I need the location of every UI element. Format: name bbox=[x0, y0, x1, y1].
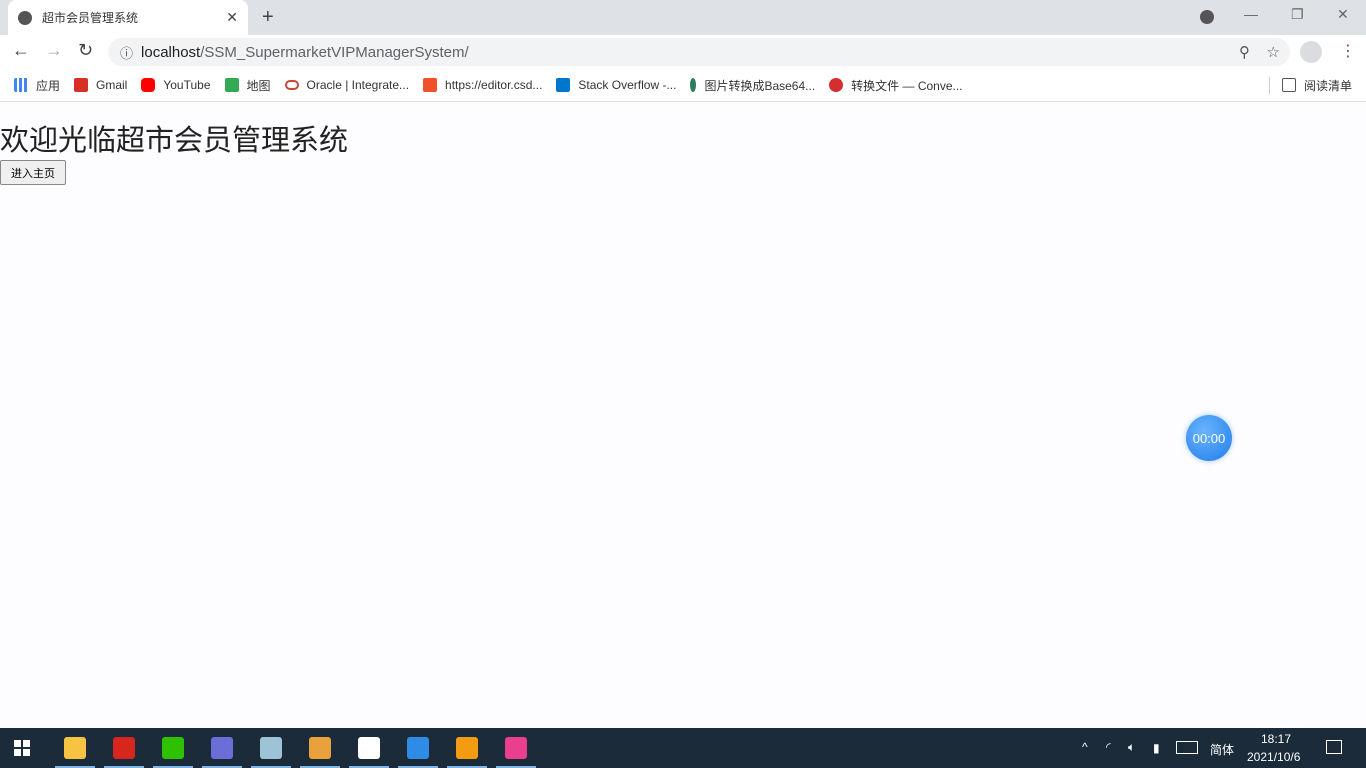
url-path: /SSM_SupermarketVIPManagerSystem/ bbox=[200, 43, 469, 61]
intellij-idea-icon bbox=[505, 737, 527, 759]
bookmark-youtube[interactable]: YouTube bbox=[141, 78, 211, 92]
stackoverflow-icon bbox=[556, 78, 571, 92]
reload-button[interactable]: ↻ bbox=[78, 40, 93, 61]
clock-date[interactable]: 2021/10/6 bbox=[1247, 750, 1300, 764]
restore-button[interactable]: ❐ bbox=[1291, 6, 1304, 23]
menu-icon[interactable]: ⋮ bbox=[1340, 41, 1356, 61]
bookmark-base64[interactable]: 图片转换成Base64... bbox=[690, 77, 815, 94]
bookmark-stackoverflow[interactable]: Stack Overflow -... bbox=[556, 78, 676, 92]
page-title: 欢迎光临超市会员管理系统 bbox=[0, 125, 349, 157]
bookmark-label: Gmail bbox=[96, 78, 128, 92]
taskbar-app-sublime-text[interactable] bbox=[447, 728, 487, 768]
recording-timer[interactable]: 00:00 bbox=[1186, 415, 1232, 461]
convertio-icon bbox=[829, 78, 844, 92]
typora-icon bbox=[358, 737, 380, 759]
bookmark-label: 图片转换成Base64... bbox=[704, 78, 816, 93]
bookmark-label: Stack Overflow -... bbox=[578, 78, 677, 92]
taskbar-app-typora[interactable] bbox=[349, 728, 389, 768]
bookmarks-bar: 应用 Gmail YouTube 地图 Oracle | Integrate..… bbox=[0, 69, 1366, 102]
tab-title: 超市会员管理系统 bbox=[42, 11, 139, 25]
globe-icon bbox=[18, 10, 32, 25]
battery-icon[interactable]: ▮ bbox=[1153, 741, 1160, 755]
taskbar-app-wps[interactable] bbox=[104, 728, 144, 768]
bookmark-label: Oracle | Integrate... bbox=[306, 78, 410, 92]
reading-list-label: 阅读清单 bbox=[1303, 78, 1352, 93]
gmail-icon bbox=[74, 78, 89, 92]
app-notes-icon bbox=[260, 737, 282, 759]
reading-list-button[interactable]: 阅读清单 bbox=[1268, 76, 1352, 94]
browser-toolbar: ← → ↻ ⓘ localhost/SSM_SupermarketVIPMana… bbox=[0, 35, 1366, 69]
csdn-icon bbox=[423, 78, 438, 92]
chrome-icon bbox=[309, 737, 331, 759]
star-icon[interactable]: ☆ bbox=[1267, 43, 1280, 61]
tray-chevron-icon[interactable]: ^ bbox=[1082, 740, 1088, 754]
media-player-icon bbox=[407, 737, 429, 759]
profile-avatar[interactable] bbox=[1300, 41, 1322, 63]
taskbar-app-file-explorer[interactable] bbox=[55, 728, 95, 768]
taskbar-app-media-player[interactable] bbox=[398, 728, 438, 768]
volume-icon[interactable]: 🔈︎ bbox=[1128, 740, 1135, 755]
clock-time[interactable]: 18:17 bbox=[1261, 732, 1291, 746]
taskbar-app-wechat[interactable] bbox=[153, 728, 193, 768]
sublime-text-icon bbox=[456, 737, 478, 759]
bookmark-convert[interactable]: 转换文件 — Conve... bbox=[829, 77, 963, 94]
taskbar: ^ ◜ 🔈︎ ▮ 简体 18:17 2021/10/6 bbox=[0, 728, 1366, 768]
taskbar-app-app-notes[interactable] bbox=[251, 728, 291, 768]
bookmark-csdn[interactable]: https://editor.csd... bbox=[423, 78, 542, 92]
bookmark-apps[interactable]: 应用 bbox=[14, 77, 60, 94]
enter-home-button[interactable]: 进入主页 bbox=[0, 160, 66, 185]
network-icon[interactable]: ◜ bbox=[1106, 740, 1111, 754]
apps-grid-icon bbox=[14, 78, 28, 92]
taskbar-app-app-dolphin[interactable] bbox=[202, 728, 242, 768]
bookmark-label: https://editor.csd... bbox=[445, 78, 543, 92]
bookmark-label: 转换文件 — Conve... bbox=[851, 78, 963, 93]
windows-icon bbox=[14, 740, 30, 756]
back-button[interactable]: ← bbox=[12, 40, 30, 61]
youtube-icon bbox=[141, 78, 156, 92]
taskbar-app-intellij-idea[interactable] bbox=[496, 728, 536, 768]
wps-icon bbox=[113, 737, 135, 759]
start-button[interactable] bbox=[2, 728, 42, 768]
tab-bar: 超市会员管理系统 ✕ + — ❐ ✕ bbox=[0, 0, 1366, 35]
bookmark-maps[interactable]: 地图 bbox=[224, 77, 271, 94]
leaf-icon bbox=[690, 78, 697, 92]
bookmark-label: YouTube bbox=[163, 78, 211, 92]
zoom-icon[interactable]: ⚲ bbox=[1239, 43, 1250, 61]
notification-icon[interactable] bbox=[1326, 740, 1342, 754]
file-explorer-icon bbox=[64, 737, 86, 759]
tab-active[interactable]: 超市会员管理系统 ✕ bbox=[8, 0, 248, 35]
oracle-icon bbox=[284, 80, 299, 90]
new-tab-button[interactable]: + bbox=[262, 6, 274, 29]
wechat-icon bbox=[162, 737, 184, 759]
ime-indicator[interactable]: 简体 bbox=[1210, 741, 1234, 758]
reading-list-icon bbox=[1281, 78, 1296, 92]
bookmark-label: 地图 bbox=[246, 78, 271, 93]
close-tab-icon[interactable]: ✕ bbox=[226, 9, 238, 26]
bookmark-label: 应用 bbox=[36, 78, 61, 93]
forward-button[interactable]: → bbox=[45, 40, 63, 61]
address-bar[interactable]: ⓘ localhost/SSM_SupermarketVIPManagerSys… bbox=[108, 38, 1290, 66]
maps-icon bbox=[224, 78, 239, 92]
close-window-button[interactable]: ✕ bbox=[1337, 6, 1349, 23]
minimize-button[interactable]: — bbox=[1244, 6, 1258, 22]
taskbar-app-chrome[interactable] bbox=[300, 728, 340, 768]
bookmark-gmail[interactable]: Gmail bbox=[74, 78, 127, 92]
bookmark-oracle[interactable]: Oracle | Integrate... bbox=[284, 78, 410, 92]
info-icon: ⓘ bbox=[120, 45, 134, 61]
app-dolphin-icon bbox=[211, 737, 233, 759]
url-host: localhost bbox=[141, 43, 201, 61]
media-control-icon[interactable] bbox=[1200, 10, 1214, 24]
keyboard-icon[interactable] bbox=[1176, 741, 1198, 754]
